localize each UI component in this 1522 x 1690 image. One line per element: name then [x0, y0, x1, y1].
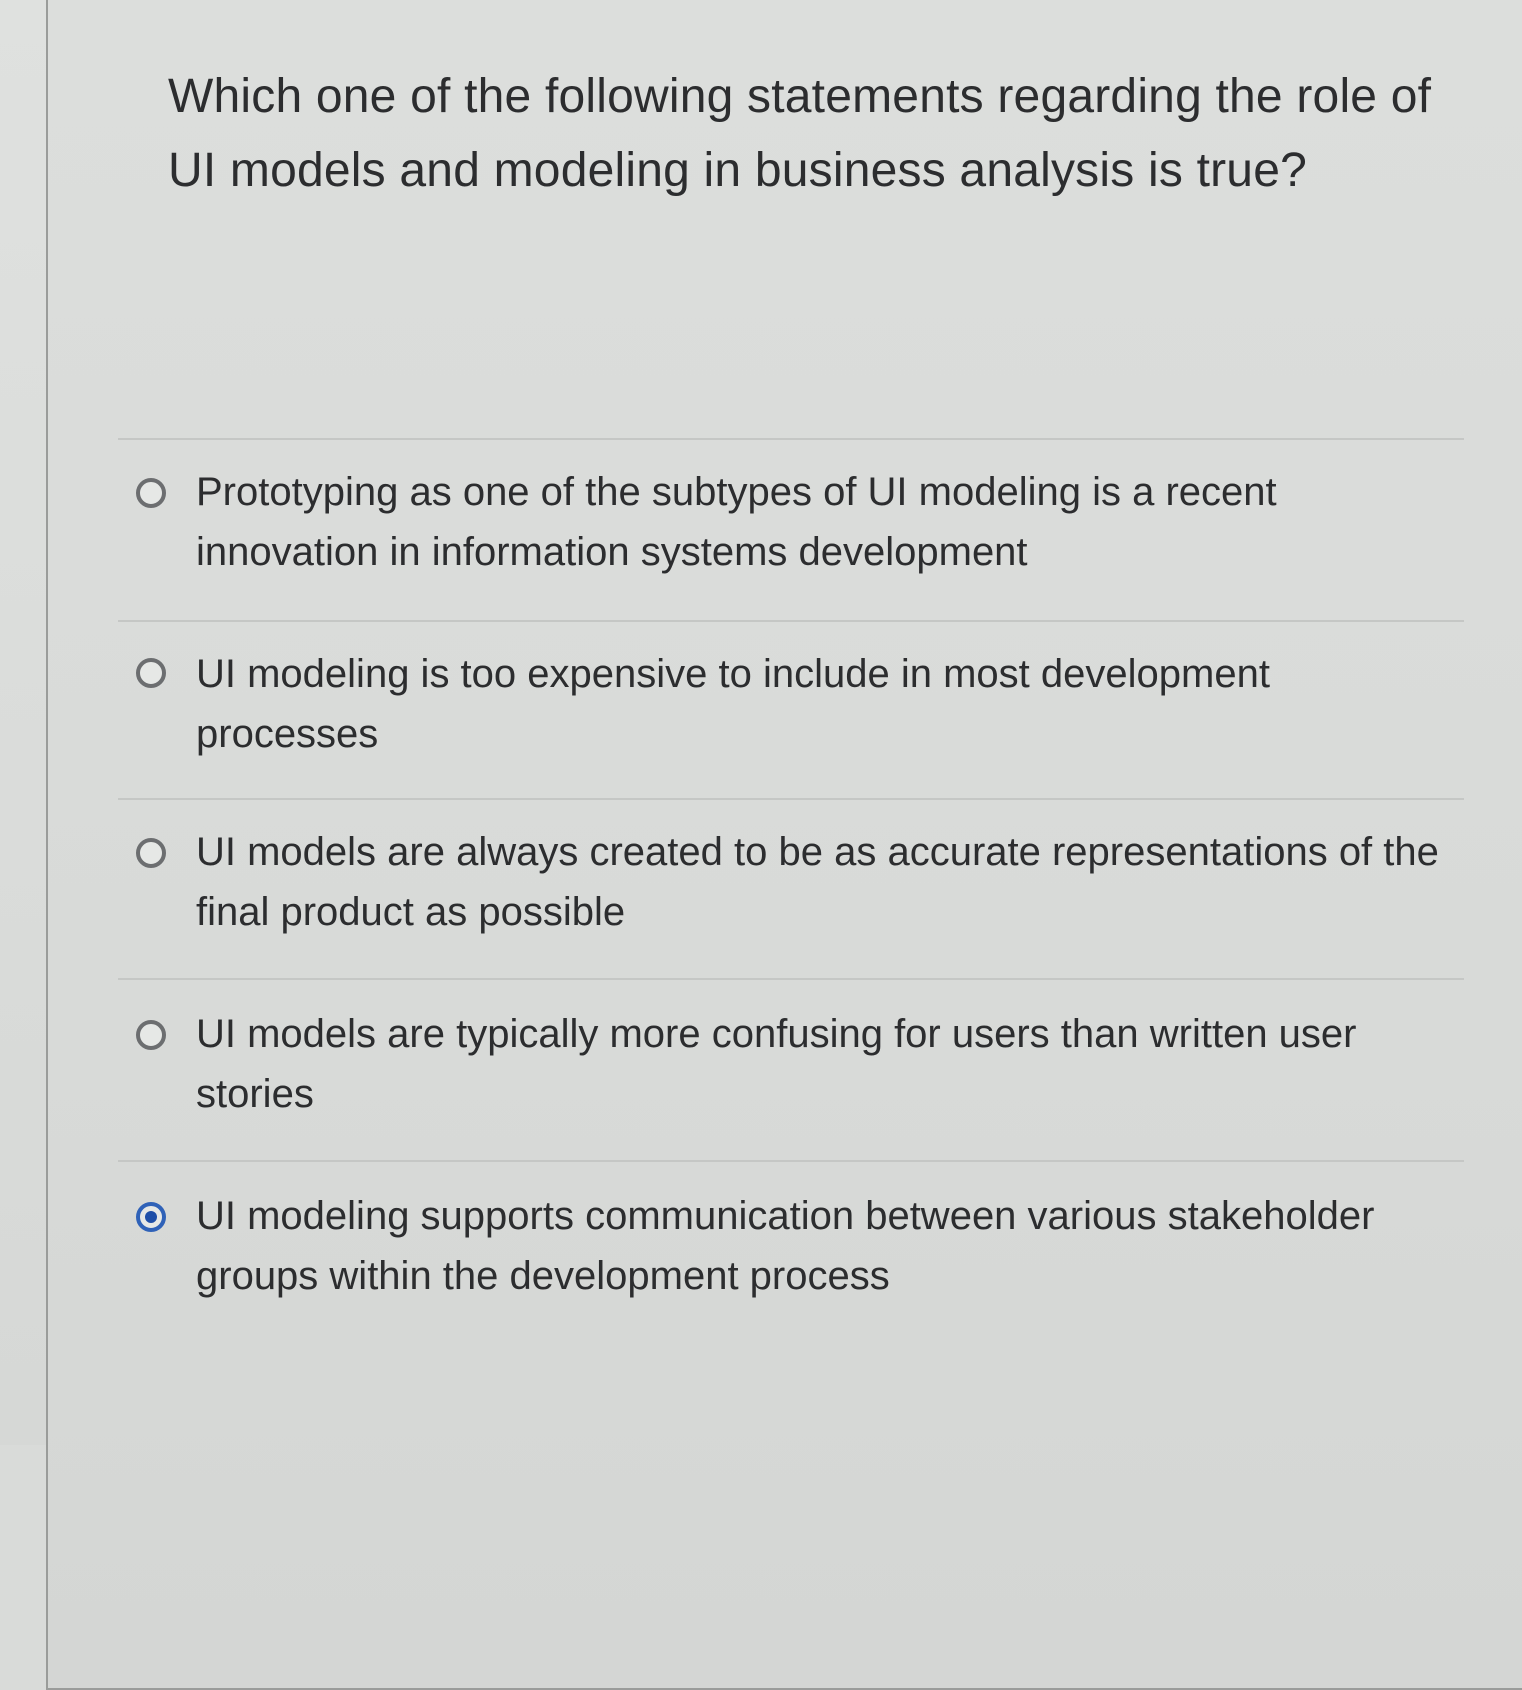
answer-label: UI modeling supports communication betwe…: [196, 1194, 1375, 1298]
answer-list: Prototyping as one of the subtypes of UI…: [118, 438, 1464, 1342]
radio-button-icon[interactable]: [136, 658, 166, 688]
answer-option-3[interactable]: UI models are always created to be as ac…: [118, 800, 1464, 978]
radio-button-icon[interactable]: [136, 478, 166, 508]
radio-button-icon[interactable]: [136, 838, 166, 868]
answer-label: UI models are typically more confusing f…: [196, 1012, 1357, 1116]
answer-option-1[interactable]: Prototyping as one of the subtypes of UI…: [118, 440, 1464, 620]
page-background: Which one of the following statements re…: [0, 0, 1522, 1690]
answer-label: UI models are always created to be as ac…: [196, 830, 1439, 934]
answer-option-5[interactable]: UI modeling supports communication betwe…: [118, 1162, 1464, 1342]
selected-radio-button-icon[interactable]: [136, 1202, 166, 1232]
answer-label: UI modeling is too expensive to include …: [196, 652, 1270, 756]
answer-option-4[interactable]: UI models are typically more confusing f…: [118, 980, 1464, 1160]
answer-option-2[interactable]: UI modeling is too expensive to include …: [118, 622, 1464, 798]
radio-button-icon[interactable]: [136, 1020, 166, 1050]
question-text: Which one of the following statements re…: [168, 70, 1432, 197]
answer-label: Prototyping as one of the subtypes of UI…: [196, 470, 1277, 574]
